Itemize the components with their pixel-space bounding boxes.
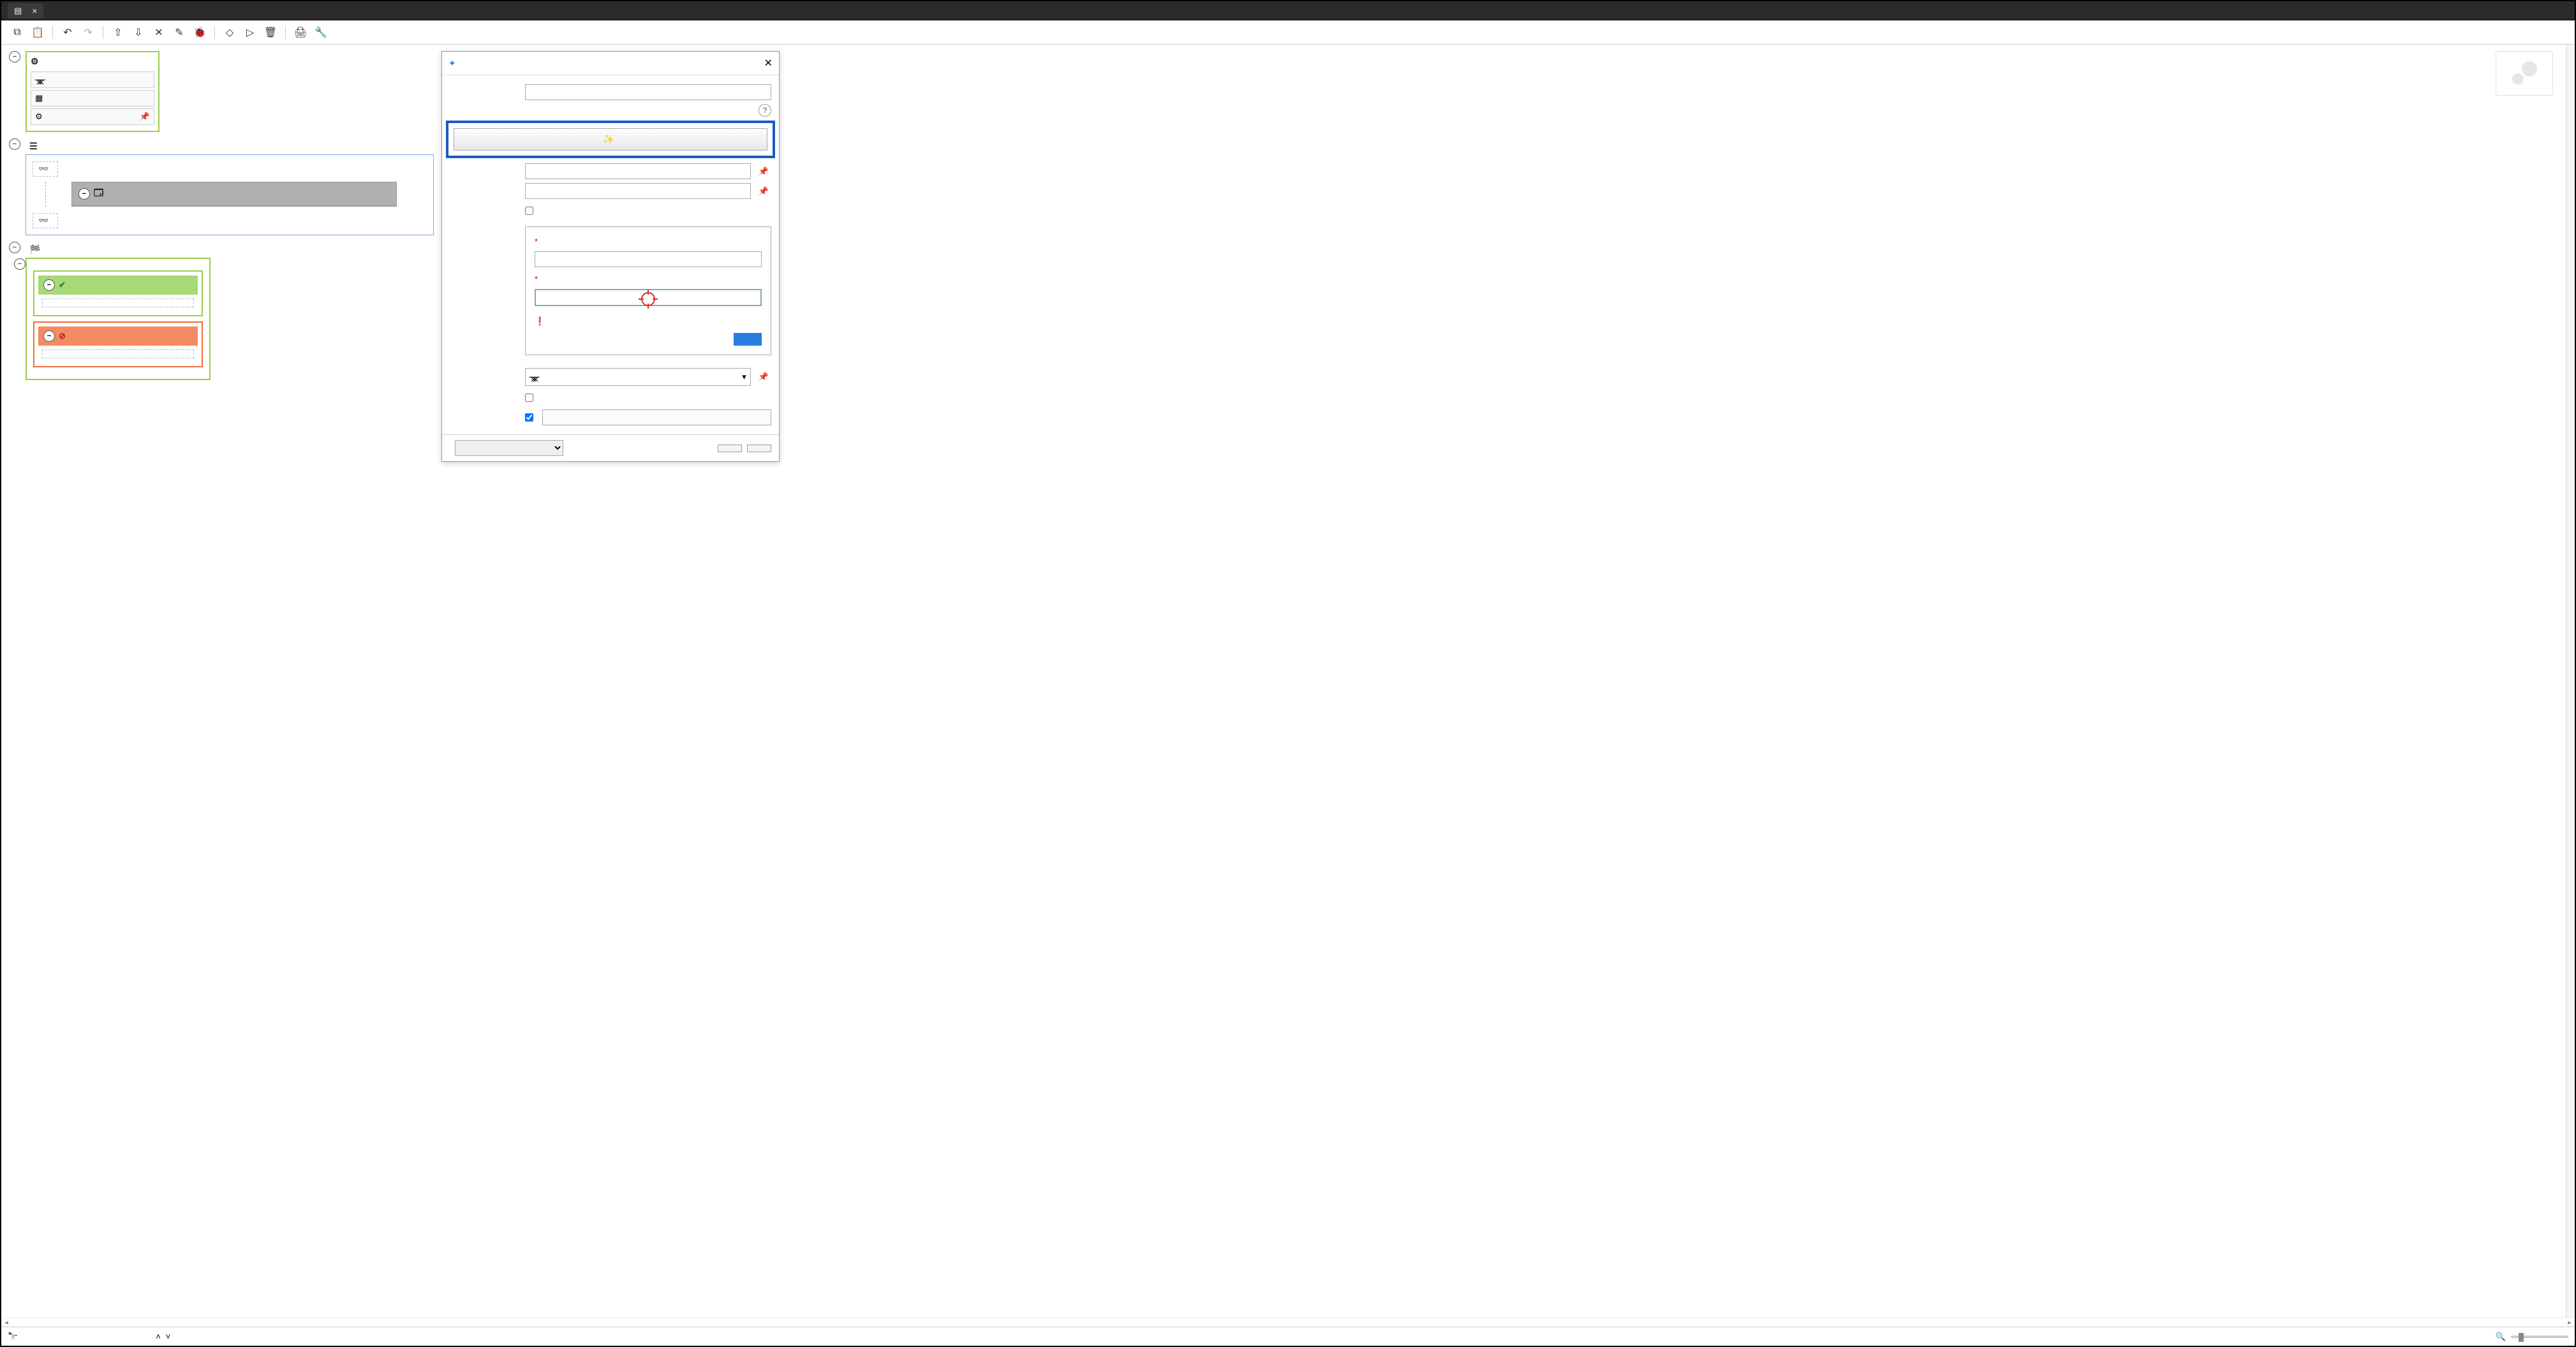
zoom-slider[interactable]: [2511, 1336, 2568, 1338]
check-icon: ✔: [59, 280, 66, 290]
collapse-activity-button[interactable]: −: [9, 138, 20, 150]
error-icon: ⊘: [59, 331, 66, 341]
wizard-icon: ✦: [448, 58, 456, 69]
help-icon[interactable]: ?: [759, 104, 771, 117]
print-icon[interactable]: 🖨: [291, 24, 310, 41]
transaction-icon: 👓: [38, 164, 48, 174]
activity-parameters-button[interactable]: ᚘ: [31, 71, 154, 88]
app-session-block: − 🗔: [71, 182, 397, 207]
workflow-init-block: ⚙ ᚘ ▦ ⚙ 📌: [26, 51, 159, 132]
pattern-gallery-button[interactable]: ▦: [31, 90, 154, 107]
binoculars-icon: 🔭: [8, 1332, 18, 1342]
copy-icon[interactable]: ⧉: [8, 24, 27, 41]
keystrokes-combo[interactable]: ᚘ ▾: [525, 368, 751, 386]
wand-icon[interactable]: ✎: [170, 24, 189, 41]
wizard-close-button[interactable]: ✕: [764, 57, 773, 70]
collapse-fail[interactable]: −: [43, 330, 55, 342]
scroll-left-button[interactable]: ◂: [1, 1318, 11, 1327]
chevron-down-icon: ▾: [742, 372, 746, 382]
login-button[interactable]: [734, 333, 762, 346]
chevron-up-icon[interactable]: ˄: [156, 1332, 161, 1341]
collapse-final-button[interactable]: −: [9, 242, 20, 253]
collapse-succ[interactable]: −: [43, 279, 55, 291]
timeout-value-input: [542, 409, 771, 425]
titlebar: ▤ ×: [1, 1, 2575, 20]
crosshair-icon: [639, 290, 658, 309]
close-tab-icon[interactable]: ×: [32, 6, 37, 16]
window-title-input[interactable]: [525, 183, 751, 199]
collapse-session-inner[interactable]: −: [78, 188, 90, 200]
regex-checkbox[interactable]: [525, 207, 533, 215]
horizontal-scrollbar[interactable]: [11, 1318, 2565, 1327]
transaction-start[interactable]: 👓: [33, 161, 58, 177]
settings-button[interactable]: ⚙ 📌: [31, 108, 154, 125]
special-chars-checkbox[interactable]: [525, 394, 533, 402]
document-tab[interactable]: ▤ ×: [8, 3, 43, 18]
drop-zone-succeeded[interactable]: [42, 298, 194, 307]
pin-icon[interactable]: 📌: [140, 112, 150, 122]
cancel-button[interactable]: [747, 445, 771, 452]
params-icon: ᚘ: [35, 75, 45, 85]
name-input[interactable]: [525, 84, 771, 100]
doc-icon: ▤: [14, 6, 22, 16]
flag-icon: 🏁: [29, 244, 40, 255]
identify-highlight: ✨: [446, 121, 775, 158]
vertical-scrollbar[interactable]: [2566, 45, 2575, 1318]
xpath-input[interactable]: [525, 163, 751, 179]
wand-icon: ✨: [603, 134, 614, 145]
activity-workflow-block: 👓 − − 🗔: [26, 154, 434, 235]
pin-icon[interactable]: 📌: [756, 186, 771, 196]
diamond-icon[interactable]: ◇: [220, 24, 239, 41]
pin-icon[interactable]: 📌: [756, 166, 771, 177]
collapse-session-button[interactable]: −: [14, 258, 26, 270]
close-icon[interactable]: ✕: [149, 24, 168, 41]
workflow-final-block: − ✔ − ⊘: [26, 258, 211, 380]
down-icon[interactable]: ⇩: [129, 24, 148, 41]
variable-icon: ᚘ: [529, 372, 540, 382]
paste-icon[interactable]: 📋: [28, 24, 47, 41]
workflow-failed-card[interactable]: − ⊘: [33, 321, 203, 367]
bug-icon[interactable]: 🐞: [190, 24, 209, 41]
undo-icon[interactable]: ↶: [58, 24, 77, 41]
pin-icon[interactable]: 📌: [756, 372, 771, 382]
scroll-right-button[interactable]: ▸: [2565, 1318, 2575, 1327]
play-icon[interactable]: ▷: [241, 24, 260, 41]
error-handling-select[interactable]: [455, 440, 563, 456]
search-input[interactable]: [23, 1332, 119, 1341]
drop-zone-failed[interactable]: [42, 350, 194, 358]
ok-button[interactable]: [718, 445, 742, 452]
wrench-icon[interactable]: 🔧: [311, 24, 330, 41]
keystrokes-wizard-dialog: ✦ ✕ ?: [441, 51, 780, 462]
gallery-icon: ▦: [35, 93, 43, 103]
preview-panel: * * ❗: [525, 226, 771, 355]
redo-icon[interactable]: ↷: [78, 24, 98, 41]
chevron-down-icon[interactable]: ˅: [166, 1332, 171, 1341]
identify-element-button[interactable]: ✨: [454, 128, 767, 151]
general-timeout-checkbox[interactable]: [525, 413, 533, 422]
trash-icon[interactable]: 🗑: [261, 24, 280, 41]
zoom-icon[interactable]: 🔍: [2496, 1332, 2506, 1342]
gears-watermark: [2496, 51, 2553, 96]
error-icon: ❗: [535, 316, 545, 327]
preview-usercode-input[interactable]: [535, 251, 762, 267]
collapse-init-button[interactable]: −: [9, 51, 20, 63]
settings-icon: ⚙: [35, 112, 43, 122]
gears-icon: ⚙: [31, 56, 39, 67]
workflow-succeeded-card[interactable]: − ✔: [33, 270, 203, 316]
window-icon: 🗔: [94, 186, 103, 202]
transaction-icon: 👓: [38, 216, 48, 226]
list-icon: ☰: [29, 141, 38, 152]
transaction-end[interactable]: 👓: [33, 213, 58, 228]
up-icon[interactable]: ⇧: [108, 24, 128, 41]
toolbar: ⧉ 📋 ↶ ↷ ⇧ ⇩ ✕ ✎ 🐞 ◇ ▷ 🗑 🖨 🔧: [1, 20, 2575, 45]
workflow-canvas[interactable]: − ⚙ ᚘ ▦ ⚙: [1, 45, 2566, 1318]
status-bar: 🔭 ˄ ˅ 🔍: [1, 1327, 2575, 1346]
